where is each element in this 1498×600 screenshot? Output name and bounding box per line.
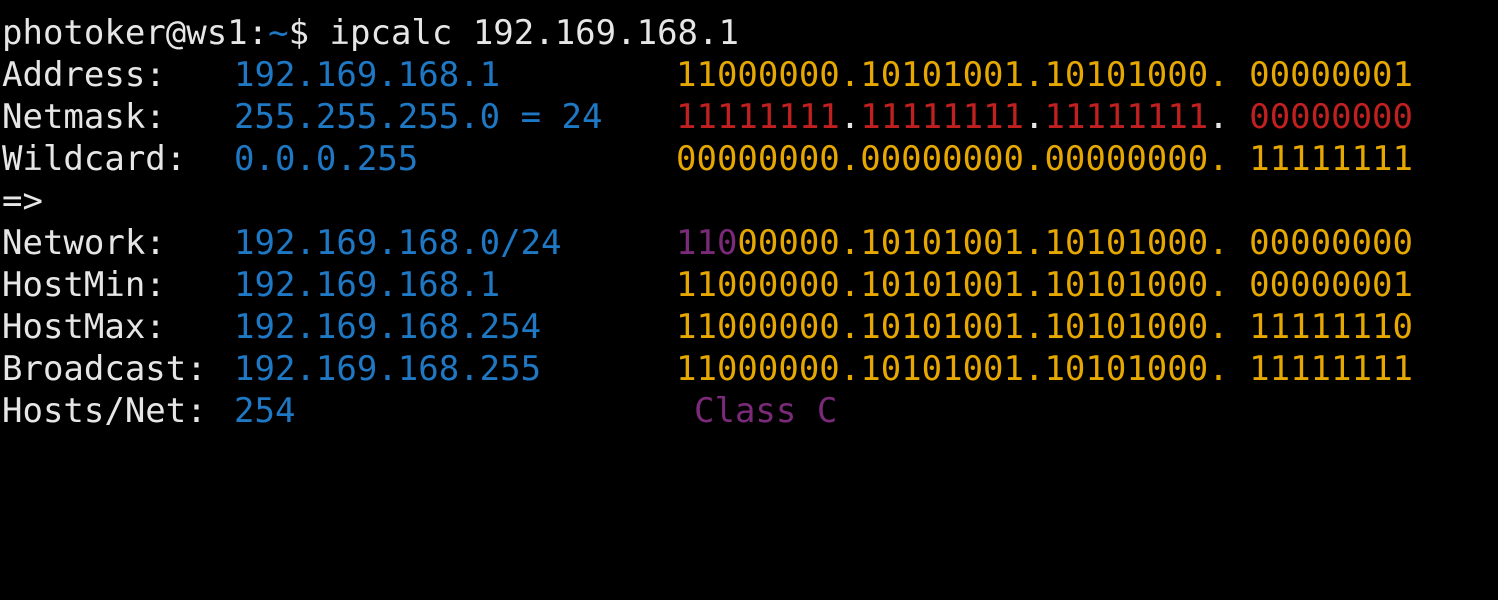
hostmin-binary: 11000000.10101001.10101000. 00000001 xyxy=(676,265,1413,305)
netmask-binary-octet-3: 11111111 xyxy=(1044,97,1209,137)
command-text: ipcalc 192.169.168.1 xyxy=(329,13,739,53)
netmask-dot-1: . xyxy=(839,97,861,137)
terminal-window[interactable]: photoker@ws1:~$ ipcalc 192.169.168.1 Add… xyxy=(0,0,1498,448)
prompt-tilde: ~ xyxy=(268,13,289,53)
wildcard-value: 0.0.0.255 xyxy=(234,139,419,179)
netmask-binary-octet-2: 11111111 xyxy=(860,97,1025,137)
arrow-row: => xyxy=(0,180,1498,222)
hostmin-value: 192.169.168.1 xyxy=(234,265,501,305)
netmask-label: Netmask: xyxy=(2,97,166,137)
broadcast-binary: 11000000.10101001.10101000. 11111111 xyxy=(676,349,1413,389)
prompt-user-host: photoker@ws1: xyxy=(2,13,269,53)
broadcast-row: Broadcast: 192.169.168.255 11000000.1010… xyxy=(0,348,1498,390)
network-class: Class C xyxy=(694,391,838,431)
network-class-bits: 110 xyxy=(676,223,738,263)
broadcast-value: 192.169.168.255 xyxy=(234,349,542,389)
hostmax-value: 192.169.168.254 xyxy=(234,307,542,347)
address-binary: 11000000.10101001.10101000. 00000001 xyxy=(676,55,1413,95)
hostmax-row: HostMax: 192.169.168.254 11000000.101010… xyxy=(0,306,1498,348)
wildcard-label: Wildcard: xyxy=(2,139,187,179)
prompt: photoker@ws1:~$ ipcalc 192.169.168.1 xyxy=(2,12,739,54)
prompt-dollar: $ xyxy=(288,13,330,53)
netmask-dot-3: . xyxy=(1208,97,1250,137)
netmask-binary-octet-1: 11111111 xyxy=(676,97,840,137)
network-row: Network: 192.169.168.0/24 11000000.10101… xyxy=(0,222,1498,264)
netmask-binary-octet-4: 00000000 xyxy=(1249,97,1413,137)
network-binary-rest: 00000.10101001.10101000. 00000000 xyxy=(737,223,1413,263)
hosts-label: Hosts/Net: xyxy=(2,391,207,431)
hosts-value: 254 xyxy=(234,391,296,431)
hosts-row: Hosts/Net: 254 Class C xyxy=(0,390,1498,432)
network-value: 192.169.168.0/24 xyxy=(234,223,562,263)
address-value: 192.169.168.1 xyxy=(234,55,501,95)
wildcard-row: Wildcard: 0.0.0.255 00000000.00000000.00… xyxy=(0,138,1498,180)
prompt-line: photoker@ws1:~$ ipcalc 192.169.168.1 xyxy=(0,12,1498,54)
result-arrow: => xyxy=(2,181,43,221)
address-row: Address: 192.169.168.1 11000000.10101001… xyxy=(0,54,1498,96)
network-label: Network: xyxy=(2,223,166,263)
hostmin-row: HostMin: 192.169.168.1 11000000.10101001… xyxy=(0,264,1498,306)
address-label: Address: xyxy=(2,55,166,95)
network-binary: 11000000.10101001.10101000. 00000000 xyxy=(676,222,1413,264)
broadcast-label: Broadcast: xyxy=(2,349,207,389)
hostmin-label: HostMin: xyxy=(2,265,166,305)
netmask-binary: 11111111.11111111.11111111. 00000000 xyxy=(676,96,1413,138)
wildcard-binary: 00000000.00000000.00000000. 11111111 xyxy=(676,139,1413,179)
hostmax-binary: 11000000.10101001.10101000. 11111110 xyxy=(676,307,1413,347)
netmask-row: Netmask: 255.255.255.0 = 24 11111111.111… xyxy=(0,96,1498,138)
netmask-value: 255.255.255.0 = 24 xyxy=(234,97,603,137)
hostmax-label: HostMax: xyxy=(2,307,166,347)
netmask-dot-2: . xyxy=(1024,97,1045,137)
